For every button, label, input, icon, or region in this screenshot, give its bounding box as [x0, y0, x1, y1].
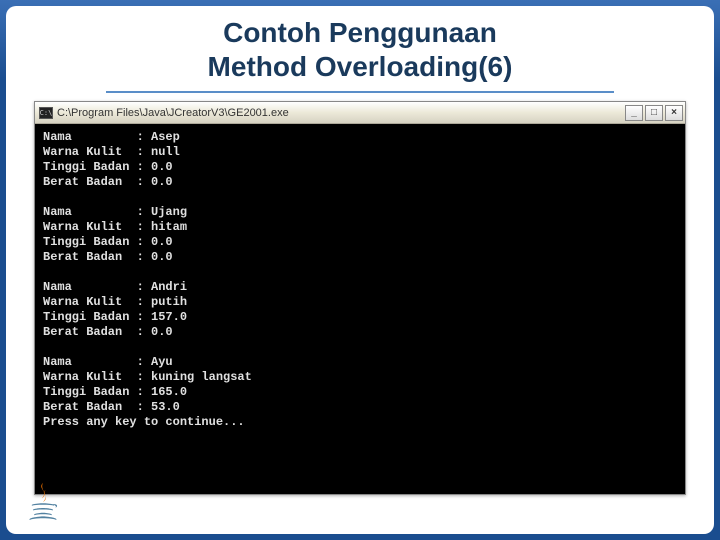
slide-frame: Contoh Penggunaan Method Overloading(6) …	[6, 6, 714, 534]
java-logo-icon	[22, 478, 64, 526]
minimize-button[interactable]: _	[625, 105, 643, 121]
cmd-icon: C:\	[39, 107, 53, 119]
slide-title: Contoh Penggunaan Method Overloading(6)	[6, 6, 714, 87]
window-title: C:\Program Files\Java\JCreatorV3\GE2001.…	[57, 107, 625, 119]
titlebar: C:\ C:\Program Files\Java\JCreatorV3\GE2…	[35, 102, 685, 124]
window-buttons: _ □ ×	[625, 105, 683, 121]
maximize-button[interactable]: □	[645, 105, 663, 121]
slide-title-line1: Contoh Penggunaan	[6, 16, 714, 50]
title-underline	[106, 91, 614, 93]
close-button[interactable]: ×	[665, 105, 683, 121]
console-output: Nama : Asep Warna Kulit : null Tinggi Ba…	[35, 124, 685, 494]
slide-title-line2: Method Overloading(6)	[6, 50, 714, 84]
console-window: C:\ C:\Program Files\Java\JCreatorV3\GE2…	[34, 101, 686, 495]
